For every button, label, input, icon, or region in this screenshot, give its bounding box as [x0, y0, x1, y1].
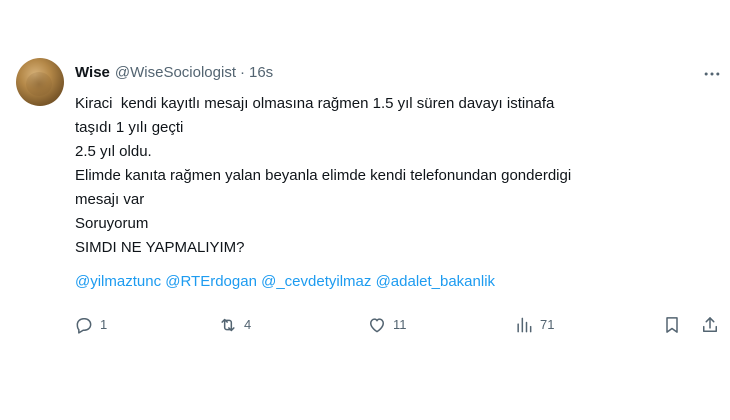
tweet-line: SIMDI NE YAPMALIYIM?	[75, 239, 245, 256]
share-button[interactable]	[700, 312, 720, 338]
tweet-line: taşıdı 1 yılı geçti	[75, 119, 184, 136]
tweet-line: Soruyorum	[75, 215, 149, 232]
views-chart-icon	[517, 317, 532, 333]
share-icon	[703, 317, 717, 332]
views-button[interactable]: 71	[514, 312, 554, 338]
tweet-line: Kiraci kendi kayıtlı mesajı olmasına rağ…	[75, 95, 555, 112]
tweet-line: 2.5 yıl oldu.	[75, 143, 152, 160]
tweet-header: Wise @WiseSociologist · 16s	[75, 63, 273, 83]
more-horizontal-icon	[704, 72, 720, 76]
bookmark-button[interactable]	[662, 312, 682, 338]
more-button[interactable]	[700, 62, 724, 86]
reply-count: 1	[100, 317, 108, 332]
timestamp[interactable]: 16s	[249, 63, 273, 83]
mention-link[interactable]: @adalet_bakanlik	[376, 273, 495, 290]
user-handle[interactable]: @WiseSociologist	[115, 63, 236, 83]
action-bar: 1 4 11 71	[0, 312, 730, 338]
mention-link[interactable]: @RTErdogan	[165, 273, 257, 290]
mention-link[interactable]: @yilmaztunc	[75, 273, 161, 290]
bookmark-icon	[666, 317, 678, 333]
like-button[interactable]: 11	[367, 312, 407, 338]
mention-link[interactable]: @_cevdetyilmaz	[261, 273, 371, 290]
retweet-count: 4	[244, 317, 252, 332]
mentions-line: @yilmaztunc @RTErdogan @_cevdetyilmaz @a…	[75, 270, 495, 294]
reply-icon	[76, 318, 92, 334]
reply-button[interactable]: 1	[74, 312, 107, 338]
avatar[interactable]	[16, 58, 64, 106]
views-count: 71	[540, 317, 555, 332]
separator-dot: ·	[240, 64, 245, 81]
tweet-text: Kiraci kendi kayıtlı mesajı olmasına rağ…	[75, 92, 635, 260]
heart-icon	[370, 318, 384, 333]
tweet-line: mesajı var	[75, 191, 145, 208]
display-name[interactable]: Wise	[75, 63, 110, 83]
like-count: 11	[393, 317, 407, 332]
retweet-icon	[221, 318, 235, 332]
tweet[interactable]: Wise @WiseSociologist · 16s Kiraci kendi…	[0, 0, 730, 420]
tweet-line: Elimde kanıta rağmen yalan beyanla elimd…	[75, 167, 572, 184]
retweet-button[interactable]: 4	[218, 312, 251, 338]
